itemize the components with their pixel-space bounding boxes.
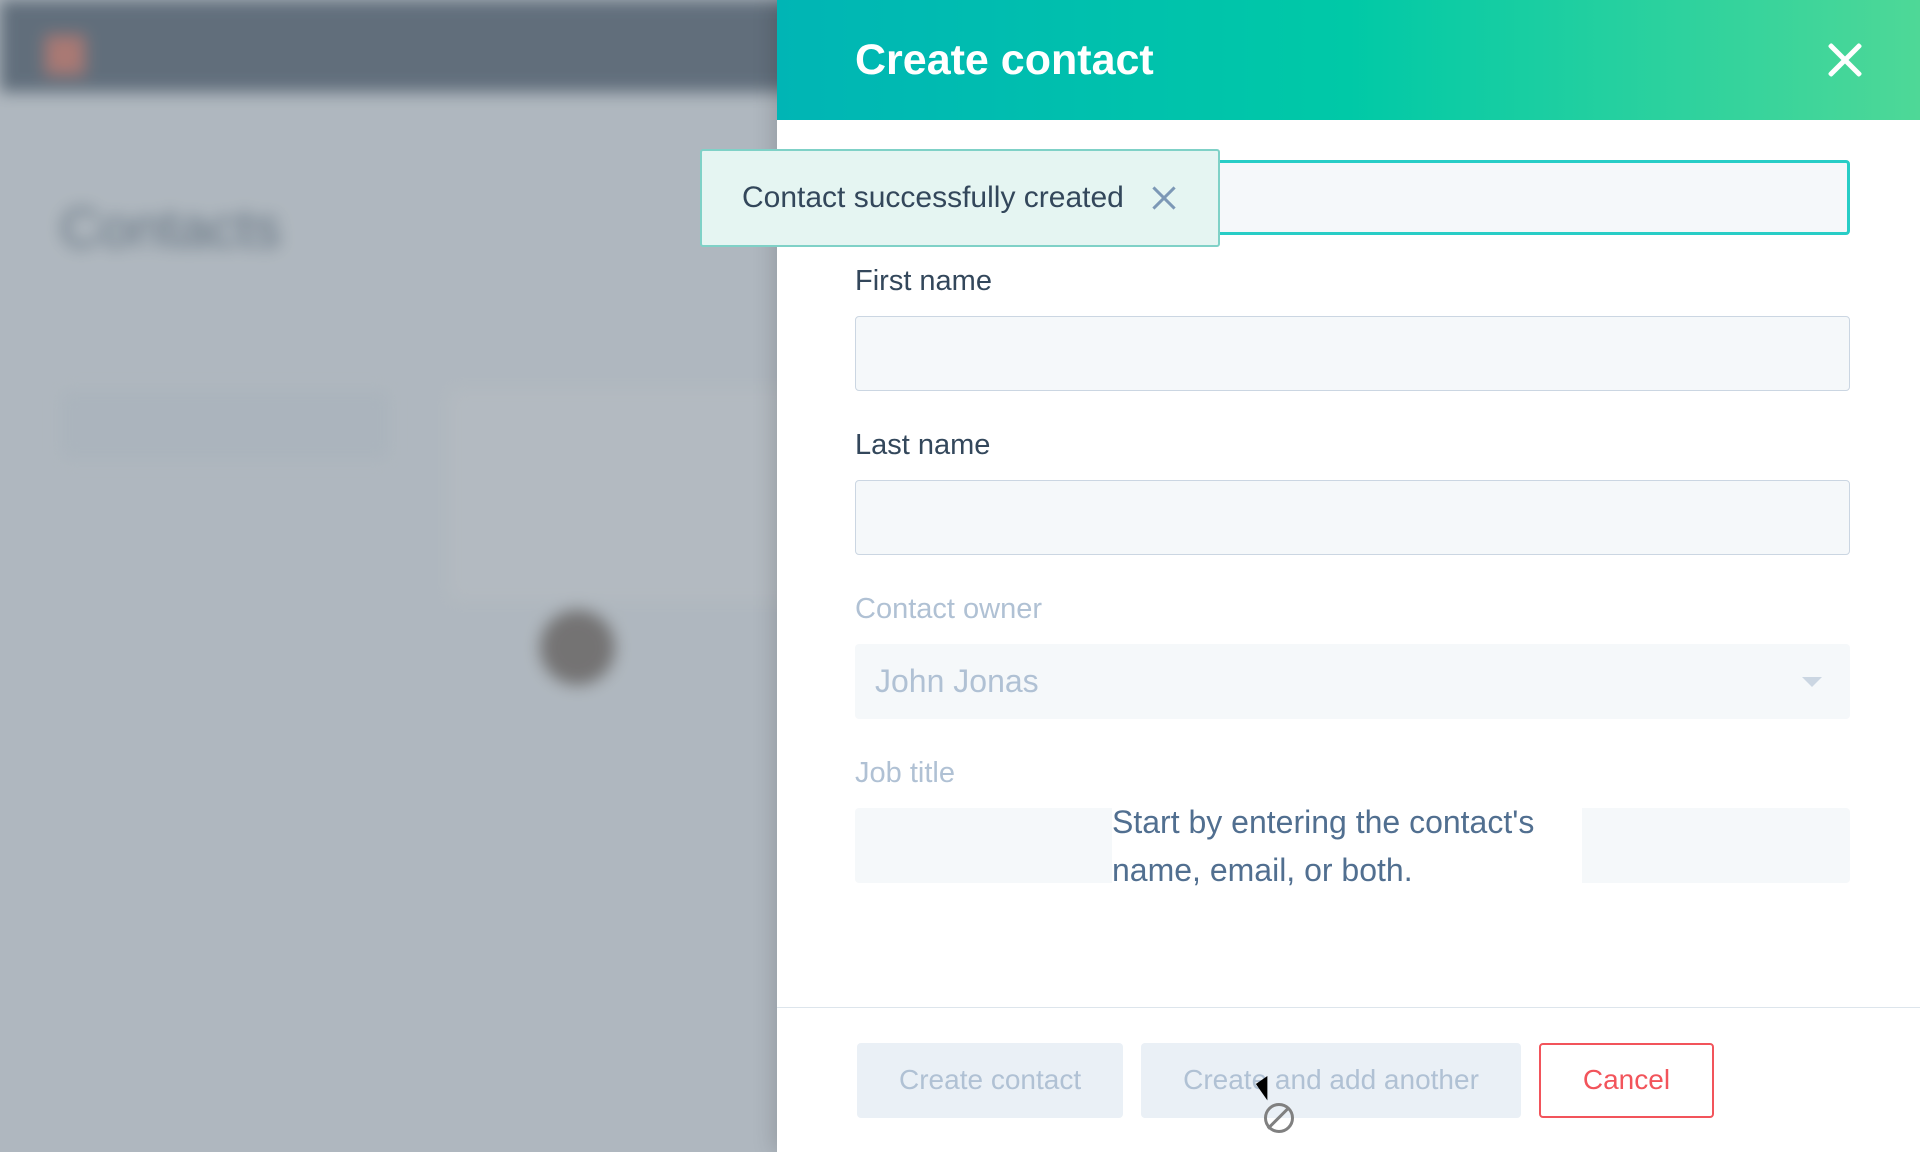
helper-tooltip: Start by entering the contact's name, em…: [1112, 790, 1582, 902]
cancel-button[interactable]: Cancel: [1539, 1043, 1714, 1118]
panel-footer: Create contact Create and add another Ca…: [777, 1007, 1920, 1152]
last-name-field[interactable]: [855, 480, 1850, 555]
last-name-label: Last name: [855, 429, 1850, 462]
first-name-field[interactable]: [855, 316, 1850, 391]
job-title-label: Job title: [855, 757, 1850, 790]
close-icon[interactable]: [1150, 184, 1178, 212]
contact-owner-label: Contact owner: [855, 593, 1850, 626]
panel-title: Create contact: [855, 36, 1154, 85]
close-icon[interactable]: [1825, 40, 1865, 80]
contact-owner-select[interactable]: [855, 644, 1850, 719]
success-toast: Contact successfully created: [700, 149, 1220, 247]
create-contact-button[interactable]: Create contact: [857, 1043, 1123, 1118]
contact-owner-value: [855, 644, 1850, 719]
panel-header: Create contact: [777, 0, 1920, 120]
create-add-another-button[interactable]: Create and add another: [1141, 1043, 1521, 1118]
chevron-down-icon: [1802, 677, 1822, 687]
first-name-label: First name: [855, 265, 1850, 298]
toast-message: Contact successfully created: [742, 181, 1124, 215]
